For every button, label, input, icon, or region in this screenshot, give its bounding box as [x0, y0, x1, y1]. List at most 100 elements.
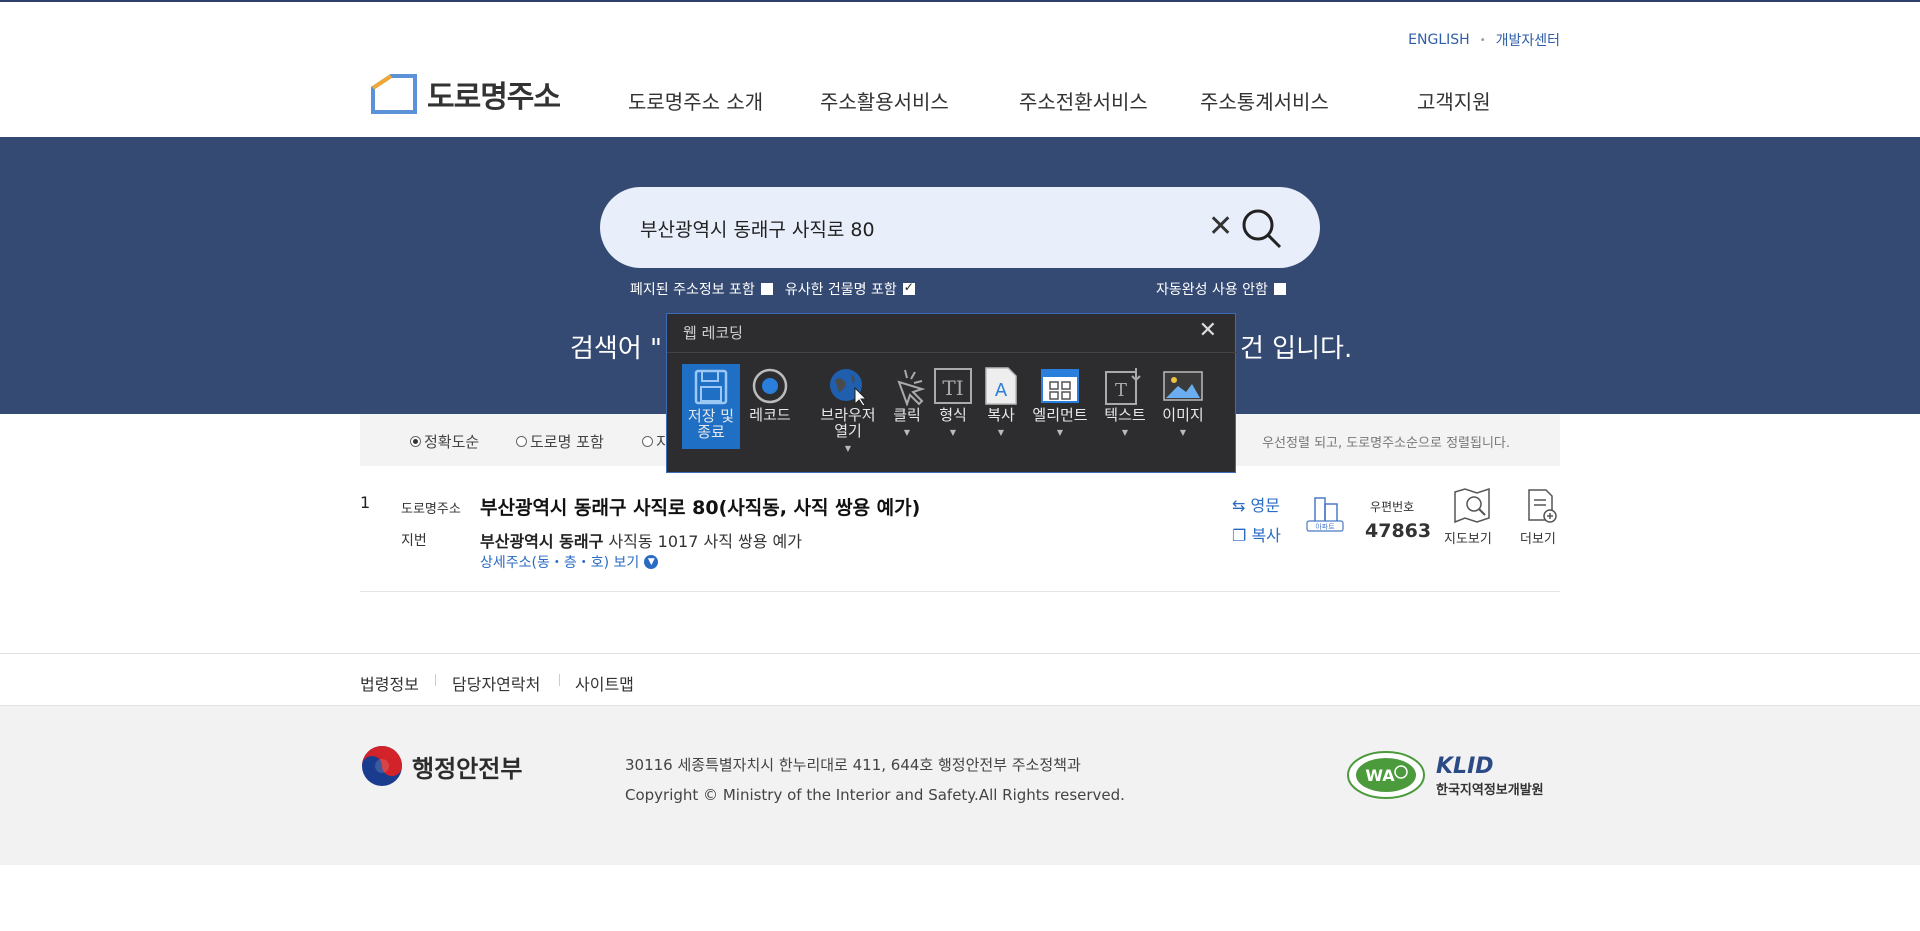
- detail-address-label: 상세주소(동・층・호) 보기: [480, 555, 640, 571]
- sort-road-name-label: 도로명 포함: [530, 433, 604, 451]
- click-icon: [885, 365, 929, 407]
- main-navigation: 도로명주소 소개 주소활용서비스 주소전환서비스 주소통계서비스 고객지원: [0, 86, 1920, 116]
- open-browser-button[interactable]: 브라우저 열기 ▼: [816, 365, 880, 457]
- jibun-address: 부산광역시 동래구 사직동 1017 사직 쌍용 예가: [480, 528, 802, 552]
- type-label: 형식: [939, 406, 967, 424]
- open-browser-label: 브라우저 열기: [820, 406, 876, 440]
- nav-item-support[interactable]: 고객지원: [1417, 86, 1491, 115]
- apartment-icon[interactable]: 아파트: [1305, 494, 1345, 538]
- save-and-exit-button[interactable]: 저장 및 종료: [682, 364, 740, 449]
- developer-center-link[interactable]: 개발자센터: [1496, 30, 1560, 50]
- sort-jibun-radio[interactable]: [642, 436, 653, 447]
- taegeuk-icon: [362, 746, 402, 786]
- sort-accuracy[interactable]: 정확도순: [410, 431, 479, 452]
- document-plus-icon[interactable]: [1526, 488, 1558, 528]
- option-abolished-checkbox[interactable]: [760, 283, 773, 295]
- sort-note: 우선정렬 되고, 도로명주소순으로 정렬됩니다.: [1262, 436, 1510, 451]
- map-view-label[interactable]: 지도보기: [1444, 528, 1492, 547]
- footer-address-block: 30116 세종특별자치시 한누리대로 411, 644호 행정안전부 주소정책…: [625, 750, 1125, 810]
- chevron-down-icon: ▼: [844, 444, 852, 453]
- result-message-left: 검색어 ": [570, 334, 662, 364]
- nav-item-services[interactable]: 주소활용서비스: [820, 86, 949, 115]
- search-query-text: 부산광역시 동래구 사직로 80: [640, 219, 875, 241]
- ministry-logo: 행정안전부: [360, 744, 522, 788]
- record-icon: [745, 365, 795, 407]
- english-address-button[interactable]: ⇆ 영문: [1232, 492, 1280, 516]
- clear-icon[interactable]: ✕: [1208, 209, 1233, 244]
- search-icon[interactable]: [1240, 207, 1284, 255]
- chevron-down-icon: ▼: [644, 555, 659, 569]
- chevron-down-icon: ▼: [949, 428, 957, 437]
- image-label: 이미지: [1162, 406, 1204, 424]
- footer-link-law[interactable]: 법령정보: [360, 671, 419, 695]
- english-link[interactable]: ENGLISH: [1408, 32, 1470, 48]
- swap-icon: ⇆: [1232, 496, 1246, 515]
- image-icon: [1159, 365, 1207, 407]
- result-row: 1 도로명주소 부산광역시 동래구 사직로 80(사직동, 사직 쌍용 예가) …: [360, 480, 1560, 592]
- text-icon: T: [1100, 365, 1150, 407]
- sort-accuracy-radio[interactable]: [410, 436, 421, 447]
- element-button[interactable]: 엘리먼트 ▼: [1028, 365, 1092, 441]
- save-and-exit-label: 저장 및 종료: [687, 407, 735, 441]
- result-message-right: 건 입니다.: [1240, 334, 1353, 364]
- footer-link-sitemap[interactable]: 사이트맵: [575, 671, 634, 695]
- jibun-address-bold: 부산광역시 동래구: [480, 532, 604, 551]
- chevron-down-icon: ▼: [903, 428, 911, 437]
- title-divider: [667, 352, 1237, 353]
- type-button[interactable]: TI 형식 ▼: [931, 365, 975, 441]
- save-icon: [686, 366, 736, 408]
- copy-icon: ❐: [1232, 526, 1247, 545]
- apartment-badge-text: 아파트: [1315, 522, 1335, 531]
- sort-road-name-radio[interactable]: [516, 436, 527, 447]
- footer-link-contact[interactable]: 담당자연락처: [452, 671, 540, 695]
- click-button[interactable]: 클릭 ▼: [885, 365, 929, 441]
- element-icon: [1028, 365, 1092, 407]
- sort-road-name[interactable]: 도로명 포함: [516, 431, 604, 452]
- svg-text:T: T: [1115, 380, 1127, 401]
- nav-item-intro[interactable]: 도로명주소 소개: [628, 86, 763, 115]
- web-accessibility-mark: WA: [1346, 750, 1426, 804]
- copy-button[interactable]: A 복사 ▼: [979, 365, 1023, 441]
- option-abolished-label: 폐지된 주소정보 포함: [630, 282, 755, 298]
- more-label[interactable]: 더보기: [1520, 528, 1556, 547]
- option-autocomplete-checkbox[interactable]: [1273, 283, 1286, 295]
- record-button[interactable]: 레코드: [745, 365, 795, 423]
- klid-name: 한국지역정보개발원: [1436, 783, 1544, 798]
- copy-label: 복사: [987, 406, 1015, 424]
- copy-address-button[interactable]: ❐ 복사: [1232, 522, 1281, 546]
- zip-code: 47863: [1365, 520, 1432, 542]
- jibun-label: 지번: [401, 533, 427, 549]
- top-border: [0, 0, 1920, 2]
- search-input[interactable]: 부산광역시 동래구 사직로 80 ✕: [600, 187, 1320, 268]
- sort-accuracy-label: 정확도순: [424, 433, 480, 451]
- footer-separator: [435, 674, 436, 686]
- copy-address-label: 복사: [1251, 526, 1281, 545]
- chevron-down-icon: ▼: [1056, 428, 1064, 437]
- svg-text:TI: TI: [942, 376, 963, 400]
- type-icon: TI: [931, 365, 975, 407]
- element-label: 엘리먼트: [1032, 406, 1088, 424]
- road-address-label: 도로명주소: [401, 502, 461, 517]
- text-button[interactable]: T 텍스트 ▼: [1100, 365, 1150, 441]
- footer-separator: [559, 674, 560, 686]
- separator-dot: •: [1479, 34, 1486, 46]
- footer: 행정안전부 30116 세종특별자치시 한누리대로 411, 644호 행정안전…: [0, 705, 1920, 865]
- footer-address: 30116 세종특별자치시 한누리대로 411, 644호 행정안전부 주소정책…: [625, 756, 1081, 774]
- option-autocomplete-label: 자동완성 사용 안함: [1156, 282, 1268, 298]
- record-label: 레코드: [749, 406, 791, 424]
- result-number: 1: [360, 493, 371, 512]
- map-icon[interactable]: [1452, 487, 1492, 528]
- option-similar-checkbox[interactable]: [902, 280, 915, 295]
- detail-address-link[interactable]: 상세주소(동・층・호) 보기 ▼: [480, 552, 659, 572]
- click-label: 클릭: [893, 406, 921, 424]
- image-button[interactable]: 이미지 ▼: [1159, 365, 1207, 441]
- web-recording-panel[interactable]: 웹 레코딩 ✕ 저장 및 종료 레코드 브라우저 열기 ▼ 클릭 ▼ TI 형식…: [666, 313, 1237, 473]
- nav-item-statistics[interactable]: 주소통계서비스: [1200, 86, 1329, 115]
- close-icon[interactable]: ✕: [1199, 318, 1217, 343]
- english-address-label: 영문: [1250, 496, 1280, 515]
- utility-links: ENGLISH • 개발자센터: [1408, 30, 1560, 50]
- nav-item-conversion[interactable]: 주소전환서비스: [1019, 86, 1148, 115]
- footer-copyright: Copyright © Ministry of the Interior and…: [625, 786, 1125, 804]
- road-address: 부산광역시 동래구 사직로 80(사직동, 사직 쌍용 예가): [480, 497, 921, 519]
- option-autocomplete: 자동완성 사용 안함: [1156, 279, 1286, 299]
